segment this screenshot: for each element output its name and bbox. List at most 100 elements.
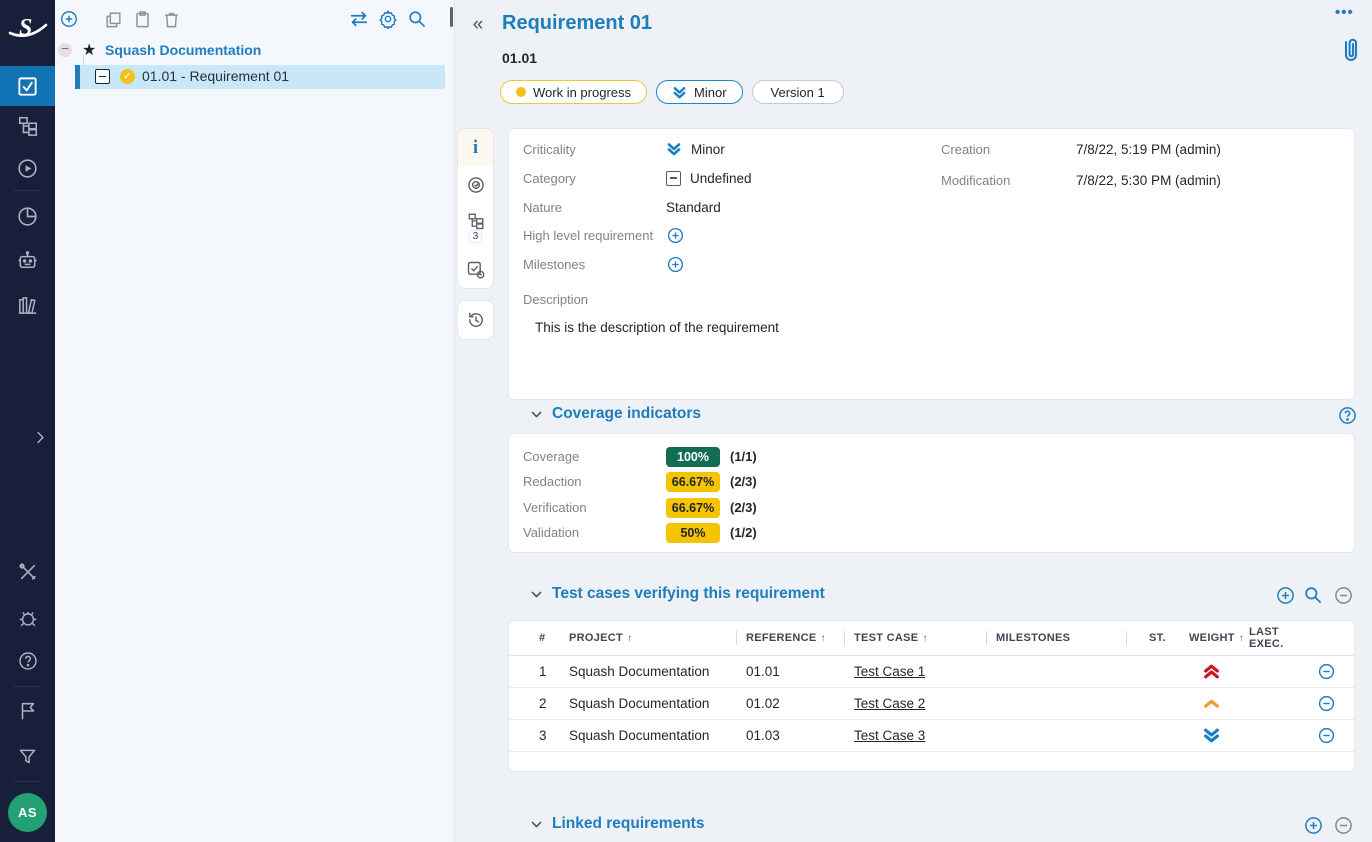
row-number: 3 <box>509 728 565 743</box>
tab-information[interactable]: i <box>458 129 493 166</box>
row-number: 1 <box>509 664 565 679</box>
delete-button[interactable] <box>160 8 182 30</box>
help-circle-icon <box>17 650 39 672</box>
column-last-exec[interactable]: LAST EXEC. <box>1249 626 1311 650</box>
version-badge[interactable]: Version 1 <box>752 80 844 104</box>
add-high-level-requirement-button[interactable] <box>666 226 685 245</box>
column-project[interactable]: PROJECT ↑ <box>565 632 746 644</box>
sidebar-item-reporting[interactable] <box>0 196 55 236</box>
field-label: Criticality <box>523 142 666 157</box>
tree-search-button[interactable] <box>406 8 428 30</box>
unlink-test-case-button[interactable] <box>1317 694 1336 713</box>
import-export-button[interactable] <box>348 8 370 30</box>
column-weight[interactable]: WEIGHT ↑ <box>1189 632 1249 644</box>
sort-asc-icon: ↑ <box>922 633 927 644</box>
test-cases-section-title[interactable]: Test cases verifying this requirement <box>552 585 825 603</box>
add-milestone-button[interactable] <box>666 255 685 274</box>
user-avatar[interactable]: AS <box>8 793 47 832</box>
test-case-count-badge: 3 <box>470 231 482 242</box>
coverage-count: (1/1) <box>730 449 757 464</box>
sidebar-item-automation[interactable] <box>0 240 55 280</box>
coverage-section-title[interactable]: Coverage indicators <box>552 405 701 423</box>
sidebar-item-library[interactable] <box>0 285 55 325</box>
paste-button[interactable] <box>131 8 153 30</box>
add-test-case-button[interactable] <box>1274 584 1296 606</box>
sidebar-expand-button[interactable] <box>28 425 52 449</box>
squash-logo[interactable]: S <box>0 0 55 55</box>
column-milestones[interactable]: MILESTONES <box>996 632 1136 644</box>
sidebar-item-milestones[interactable] <box>0 691 55 731</box>
requirement-status-check-icon: ✓ <box>120 69 135 84</box>
tree-node-selected[interactable]: ✓ 01.01 - Requirement 01 <box>75 65 445 89</box>
column-label: MILESTONES <box>996 632 1070 644</box>
tab-linked-requirements[interactable] <box>458 251 493 288</box>
collapse-section-button[interactable] <box>530 818 543 831</box>
tree-root-row[interactable]: − ★ Squash Documentation <box>55 40 454 62</box>
more-actions-button[interactable]: ••• <box>1335 4 1354 21</box>
add-linked-requirement-button[interactable] <box>1302 814 1324 836</box>
table-row[interactable]: 2 Squash Documentation 01.02 Test Case 2 <box>509 688 1354 720</box>
column-test-case[interactable]: TEST CASE ↑ <box>854 632 996 644</box>
linked-requirements-section-title[interactable]: Linked requirements <box>552 815 704 833</box>
add-node-button[interactable] <box>58 8 80 30</box>
status-dot-icon <box>516 87 526 97</box>
field-nature: Nature Standard <box>523 193 721 221</box>
coverage-percentage-badge: 66.67% <box>666 498 720 518</box>
copy-icon <box>104 10 123 29</box>
test-case-link[interactable]: Test Case 2 <box>854 696 925 711</box>
library-books-icon <box>16 294 39 317</box>
tab-history[interactable] <box>457 300 494 340</box>
sidebar-item-executions[interactable] <box>0 148 55 188</box>
hierarchy-icon <box>17 115 39 137</box>
description-text[interactable]: This is the description of the requireme… <box>535 320 779 335</box>
column-reference[interactable]: REFERENCE ↑ <box>746 632 854 644</box>
cell-project: Squash Documentation <box>565 664 746 679</box>
row-number: 2 <box>509 696 565 711</box>
remove-linked-requirement-button[interactable] <box>1332 814 1354 836</box>
tree-node-label[interactable]: 01.01 - Requirement 01 <box>142 68 289 84</box>
column-status[interactable]: ST. <box>1136 632 1189 644</box>
coverage-help-button[interactable] <box>1336 404 1358 426</box>
search-test-case-button[interactable] <box>1302 584 1324 606</box>
detail-tabstrip: i 3 <box>457 128 494 289</box>
requirement-reference: 01.01 <box>502 50 537 66</box>
node-collapse-box-icon[interactable] <box>95 69 110 84</box>
tree-settings-button[interactable] <box>377 8 399 30</box>
unlink-test-case-button[interactable] <box>1317 726 1336 745</box>
collapse-section-button[interactable] <box>530 408 543 421</box>
plus-circle-icon <box>1275 585 1296 606</box>
transfer-arrows-icon <box>348 8 370 30</box>
test-case-link[interactable]: Test Case 3 <box>854 728 925 743</box>
copy-button[interactable] <box>102 8 124 30</box>
tab-coverage-stats[interactable] <box>458 166 493 203</box>
unlink-test-case-button[interactable] <box>1317 662 1336 681</box>
main-sidebar: S <box>0 0 55 842</box>
tab-verifying-test-cases[interactable]: 3 <box>458 203 493 251</box>
table-row[interactable]: 3 Squash Documentation 01.03 Test Case 3 <box>509 720 1354 752</box>
sidebar-item-bugtracker[interactable] <box>0 598 55 638</box>
paste-clipboard-icon <box>133 10 152 29</box>
sidebar-item-filter[interactable] <box>0 736 55 776</box>
field-value[interactable]: Undefined <box>690 171 752 186</box>
attachments-button[interactable] <box>1341 36 1361 64</box>
check-square-icon <box>16 75 39 98</box>
sidebar-item-help[interactable] <box>0 641 55 681</box>
sidebar-item-administration[interactable] <box>0 552 55 592</box>
status-badge[interactable]: Work in progress <box>500 80 647 104</box>
sort-asc-icon: ↑ <box>1239 633 1244 644</box>
linked-requirements-section-header: Linked requirements <box>455 812 1355 838</box>
collapse-section-button[interactable] <box>530 588 543 601</box>
test-case-link[interactable]: Test Case 1 <box>854 664 925 679</box>
sidebar-item-test-cases[interactable] <box>0 106 55 146</box>
coverage-row: Verification 66.67% (2/3) <box>523 495 757 520</box>
collapse-panel-button[interactable]: « <box>467 14 489 36</box>
table-row[interactable]: 1 Squash Documentation 01.01 Test Case 1 <box>509 656 1354 688</box>
field-value[interactable]: Minor <box>691 142 725 157</box>
sidebar-item-requirements[interactable] <box>0 66 55 106</box>
field-value[interactable]: Standard <box>666 200 721 215</box>
criticality-badge[interactable]: Minor <box>656 80 743 104</box>
collapse-toggle-icon[interactable]: − <box>58 43 72 57</box>
coverage-percentage-badge: 66.67% <box>666 472 720 492</box>
tree-root-label[interactable]: Squash Documentation <box>105 42 261 58</box>
remove-test-case-button[interactable] <box>1332 584 1354 606</box>
